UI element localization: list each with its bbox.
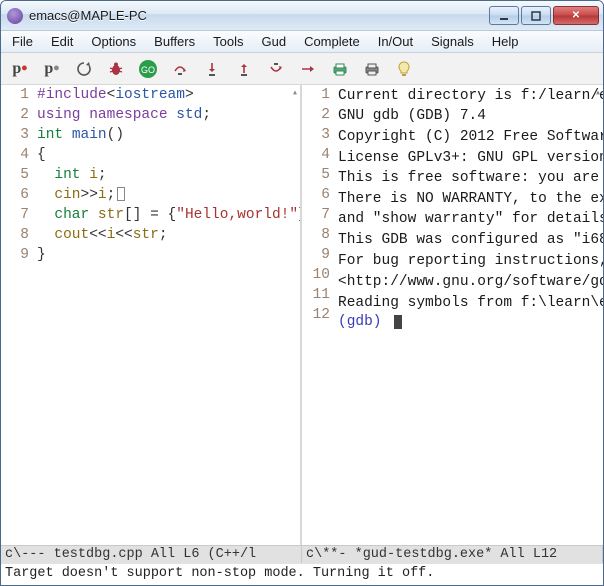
scroll-up-icon[interactable]: ▴	[595, 87, 601, 99]
window-title: emacs@MAPLE-PC	[29, 8, 489, 23]
lightbulb-icon[interactable]	[393, 58, 415, 80]
gdb-gutter: 123456789101112	[302, 85, 334, 325]
maximize-button[interactable]	[521, 6, 551, 25]
step-over-icon[interactable]	[169, 58, 191, 80]
close-button[interactable]: ✕	[553, 6, 599, 25]
print-icon[interactable]	[329, 58, 351, 80]
toolbar: p• p• GO	[1, 53, 603, 85]
menu-gud[interactable]: Gud	[252, 32, 295, 51]
svg-text:GO: GO	[141, 65, 155, 75]
bug-icon[interactable]	[105, 58, 127, 80]
app-icon	[7, 8, 23, 24]
menu-edit[interactable]: Edit	[42, 32, 82, 51]
titlebar[interactable]: emacs@MAPLE-PC ✕	[1, 1, 603, 31]
menu-options[interactable]: Options	[82, 32, 145, 51]
step-into-icon[interactable]	[201, 58, 223, 80]
menu-tools[interactable]: Tools	[204, 32, 252, 51]
menu-file[interactable]: File	[3, 32, 42, 51]
menu-inout[interactable]: In/Out	[369, 32, 422, 51]
echo-area: Target doesn't support non-stop mode. Tu…	[1, 563, 603, 585]
gdb-output[interactable]: Current directory is f:/learn/ema▸GNU gd…	[338, 85, 603, 332]
breakpoint-set-icon[interactable]: p•	[9, 58, 31, 80]
menubar: File Edit Options Buffers Tools Gud Comp…	[1, 31, 603, 53]
go-icon[interactable]: GO	[137, 58, 159, 80]
watch-icon[interactable]	[361, 58, 383, 80]
editor-area: 123456789 #include<iostream>using namesp…	[1, 85, 603, 545]
menu-help[interactable]: Help	[483, 32, 528, 51]
modeline-row: c\--- testdbg.cpp All L6 (C++/l c\**- *g…	[1, 545, 603, 563]
menu-complete[interactable]: Complete	[295, 32, 369, 51]
scroll-up-icon[interactable]: ▴	[292, 87, 298, 99]
gdb-pane[interactable]: 123456789101112 Current directory is f:/…	[302, 85, 603, 545]
finish-icon[interactable]	[265, 58, 287, 80]
source-gutter: 123456789	[1, 85, 33, 265]
modeline-source[interactable]: c\--- testdbg.cpp All L6 (C++/l	[1, 546, 302, 563]
window-controls: ✕	[489, 6, 599, 25]
menu-signals[interactable]: Signals	[422, 32, 483, 51]
modeline-gdb[interactable]: c\**- *gud-testdbg.exe* All L12	[302, 546, 603, 563]
minimize-button[interactable]	[489, 6, 519, 25]
window: emacs@MAPLE-PC ✕ File Edit Options Buffe…	[0, 0, 604, 586]
continue-icon[interactable]	[297, 58, 319, 80]
step-out-icon[interactable]	[233, 58, 255, 80]
menu-buffers[interactable]: Buffers	[145, 32, 204, 51]
breakpoint-clear-icon[interactable]: p•	[41, 58, 63, 80]
source-pane[interactable]: 123456789 #include<iostream>using namesp…	[1, 85, 302, 545]
refresh-icon[interactable]	[73, 58, 95, 80]
source-code[interactable]: #include<iostream>using namespace std;in…	[37, 85, 300, 265]
